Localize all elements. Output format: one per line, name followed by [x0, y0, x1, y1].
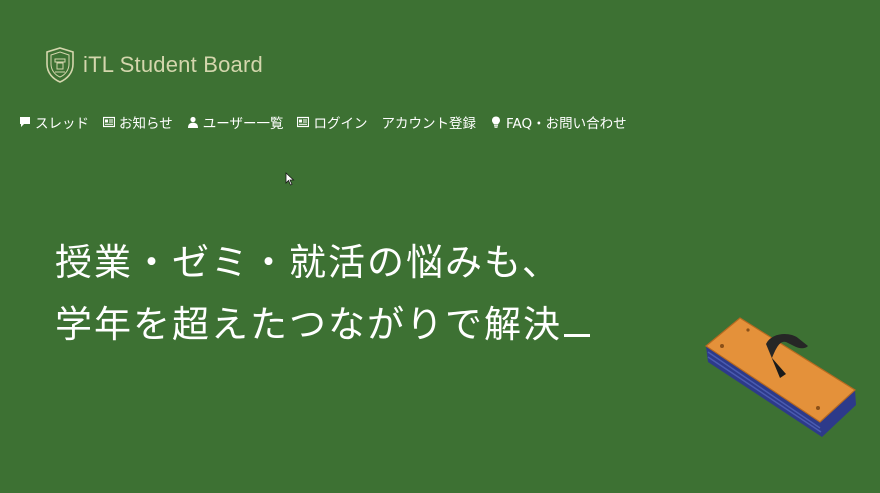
chalkboard-eraser-illustration [704, 317, 856, 437]
nav-item-faq[interactable]: FAQ・お問い合わせ [490, 112, 627, 132]
nav-item-news[interactable]: お知らせ [103, 112, 173, 132]
brand-logo-link[interactable]: iTL Student Board [45, 46, 263, 84]
hero-line-1: 授業・ゼミ・就活の悩みも、 [55, 241, 561, 284]
hero-line-2-wrap: 学年を超えたつながりで解決 [55, 294, 590, 356]
shield-crest-icon [46, 47, 74, 83]
newspaper-icon [103, 116, 115, 128]
speech-bubble-icon [19, 116, 31, 128]
nav-item-label: FAQ・お問い合わせ [505, 116, 627, 132]
newspaper-icon [297, 116, 310, 128]
main-nav: スレッド お知らせ ユーザー一覧 ログイン アカウント登録 FAQ・お問い合わせ [19, 112, 627, 132]
nav-item-label: ユーザー一覧 [202, 116, 284, 132]
hero-headline: 授業・ゼミ・就活の悩みも、 学年を超えたつながりで解決 [55, 232, 590, 356]
nav-item-label: アカウント登録 [381, 116, 476, 132]
nav-item-threads[interactable]: スレッド [19, 112, 89, 132]
mouse-cursor-icon [285, 172, 295, 186]
lightbulb-icon [490, 116, 502, 128]
typing-caret [564, 334, 590, 337]
hero-line-2: 学年を超えたつながりで解決 [55, 303, 562, 346]
nav-item-label: スレッド [35, 116, 89, 132]
user-icon [187, 116, 199, 128]
brand-title: iTL Student Board [83, 52, 263, 77]
nav-item-label: ログイン [313, 116, 368, 132]
nav-item-login[interactable]: ログイン [297, 112, 367, 132]
nav-item-label: お知らせ [119, 116, 173, 132]
nav-item-register[interactable]: アカウント登録 [381, 112, 476, 132]
nav-item-users[interactable]: ユーザー一覧 [187, 112, 284, 132]
